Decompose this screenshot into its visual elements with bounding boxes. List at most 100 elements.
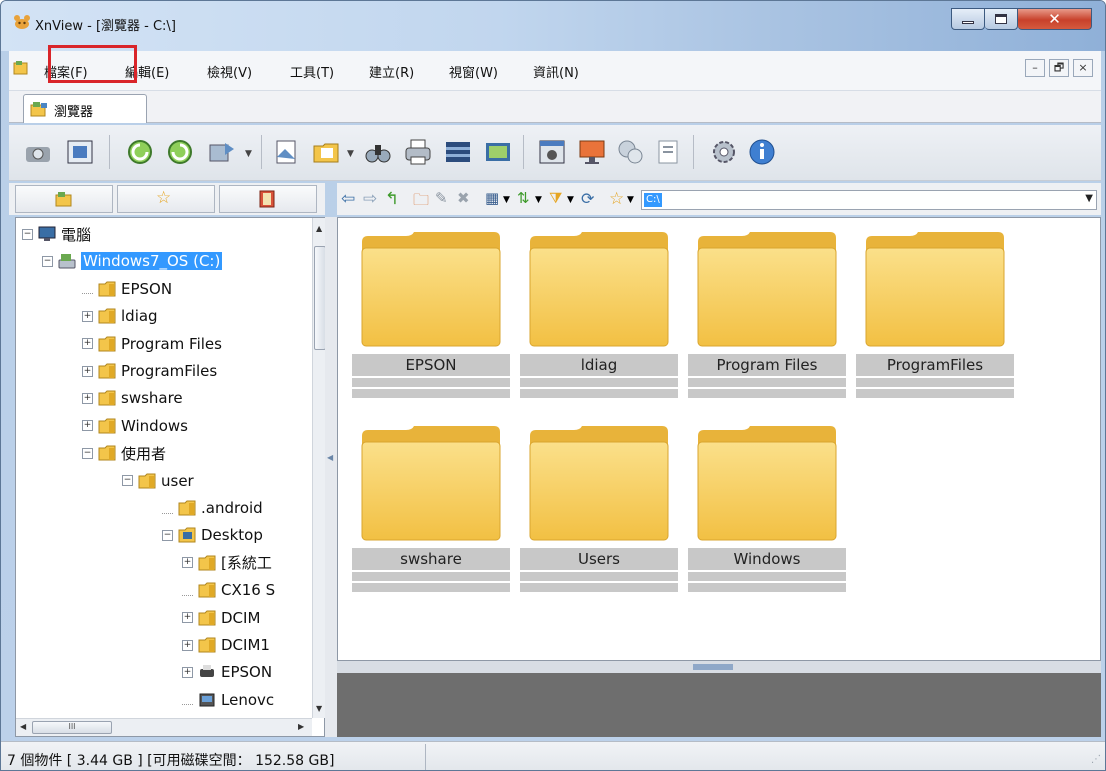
open-folder-dropdown-icon[interactable]: ▼ (347, 149, 354, 159)
menu-view[interactable]: 檢視(V) (205, 60, 254, 83)
slideshow-icon[interactable] (483, 137, 513, 167)
convert-icon[interactable] (207, 137, 237, 167)
panel-splitter[interactable]: ◀ (325, 217, 337, 737)
expand-icon[interactable]: + (182, 557, 193, 569)
file-thumbnail[interactable]: ProgramFiles (856, 228, 1014, 400)
desktop-icon[interactable] (577, 137, 607, 167)
expand-icon[interactable]: + (82, 420, 93, 432)
path-combobox[interactable]: C:\ ▼ (641, 190, 1097, 210)
preview-divider-grip[interactable] (693, 664, 733, 670)
file-thumbnail[interactable]: Windows (688, 422, 846, 594)
tree-item[interactable]: Lenovc (182, 688, 274, 712)
rotate-left-icon[interactable] (125, 137, 155, 167)
scan-icon[interactable] (23, 137, 53, 167)
tree-item[interactable]: − 使用者 (82, 441, 166, 465)
forward-icon[interactable]: ⇨ (363, 189, 383, 209)
splitter-collapse-icon[interactable]: ◀ (327, 453, 333, 462)
rotate-right-icon[interactable] (165, 137, 195, 167)
tree-item[interactable]: + EPSON (182, 660, 272, 684)
tree-item[interactable]: .android (162, 496, 263, 520)
print-icon[interactable] (403, 137, 433, 167)
sort-icon[interactable]: ⇅ (517, 189, 537, 209)
new-folder-icon[interactable]: 🗀 (413, 189, 433, 209)
scroll-up-icon[interactable]: ▲ (316, 224, 322, 233)
tree-item[interactable]: + [系統工 (182, 551, 272, 575)
tree-item[interactable]: − Windows7_OS (C:) (42, 249, 223, 273)
fullscreen-icon[interactable] (65, 137, 95, 167)
tree-item[interactable]: + Program Files (82, 332, 222, 356)
menu-window[interactable]: 視窗(W) (447, 60, 500, 83)
network-icon[interactable] (615, 137, 645, 167)
resize-grip-icon[interactable]: ⋰ (1091, 754, 1101, 765)
chevron-down-icon[interactable]: ▼ (1085, 193, 1093, 204)
scroll-down-icon[interactable]: ▼ (316, 704, 322, 713)
expand-icon[interactable]: + (182, 612, 193, 624)
file-thumbnail[interactable]: EPSON (352, 228, 510, 400)
expand-icon[interactable]: + (82, 365, 93, 377)
find-icon[interactable] (363, 137, 393, 167)
menu-tools[interactable]: 工具(T) (288, 60, 336, 83)
tree-item[interactable]: + swshare (82, 386, 183, 410)
delete-icon[interactable]: ✖ (457, 189, 477, 209)
collapse-icon[interactable]: − (162, 529, 173, 541)
scroll-left-icon[interactable]: ◀ (20, 722, 26, 731)
view-mode-icon[interactable]: ▦ (485, 189, 505, 209)
preview-divider[interactable] (337, 661, 1101, 673)
tab-categories[interactable] (219, 185, 317, 213)
menu-create[interactable]: 建立(R) (367, 60, 416, 83)
tree-item[interactable]: + DCIM (182, 606, 260, 630)
capture-icon[interactable] (537, 137, 567, 167)
refresh-icon[interactable]: ⟳ (581, 189, 601, 209)
close-button[interactable]: ✕ (1018, 8, 1092, 30)
expand-icon[interactable]: + (82, 310, 93, 322)
tab-folders[interactable] (15, 185, 113, 213)
tree-horizontal-scrollbar[interactable]: ◀ III ▶ (16, 718, 312, 736)
tree-item[interactable]: CX16 S (182, 578, 275, 602)
tree-item[interactable]: EPSON (82, 277, 172, 301)
convert-dropdown-icon[interactable]: ▼ (245, 149, 252, 159)
filter-icon[interactable]: ⧩ (549, 189, 569, 209)
tree-item[interactable]: + Windows (82, 414, 188, 438)
collapse-icon[interactable]: − (22, 228, 33, 240)
menu-info[interactable]: 資訊(N) (531, 60, 581, 83)
tree-item[interactable]: − user (122, 469, 194, 493)
tree-item[interactable]: + ldiag (82, 304, 158, 328)
expand-icon[interactable]: + (82, 392, 93, 404)
file-thumbnail[interactable]: swshare (352, 422, 510, 594)
tree-vertical-scrollbar[interactable]: ▲ ▼ (312, 218, 326, 718)
info-icon[interactable] (747, 137, 777, 167)
maximize-button[interactable] (985, 8, 1018, 30)
rename-icon[interactable]: ✎ (435, 189, 455, 209)
scroll-right-icon[interactable]: ▶ (298, 722, 304, 731)
up-icon[interactable]: ↰ (385, 189, 405, 209)
file-thumbnail[interactable]: Users (520, 422, 678, 594)
tree-item[interactable]: + ProgramFiles (82, 359, 217, 383)
minimize-button[interactable] (951, 8, 985, 30)
expand-icon[interactable]: + (182, 639, 193, 651)
browser-doc-icon[interactable] (13, 60, 29, 76)
batch-icon[interactable] (443, 137, 473, 167)
mdi-minimize-button[interactable]: – (1025, 59, 1045, 77)
expand-icon[interactable]: + (182, 666, 193, 678)
back-icon[interactable]: ⇦ (341, 189, 361, 209)
open-icon[interactable] (271, 137, 301, 167)
expand-icon[interactable]: + (82, 338, 93, 350)
settings-icon[interactable] (709, 137, 739, 167)
collapse-icon[interactable]: − (122, 475, 133, 487)
title-bar[interactable]: XnView - [瀏覽器 - C:\] ✕ (1, 1, 1105, 51)
tree-item[interactable]: + DCIM1 (182, 633, 270, 657)
properties-icon[interactable] (653, 137, 683, 167)
file-thumbnail[interactable]: Program Files (688, 228, 846, 400)
favorite-icon[interactable]: ☆ (609, 189, 629, 209)
tree-item[interactable]: − 電腦 (22, 222, 91, 246)
tree-horizontal-thumb[interactable]: III (32, 721, 112, 734)
collapse-icon[interactable]: − (42, 255, 53, 267)
collapse-icon[interactable]: − (82, 447, 93, 459)
file-thumbnail[interactable]: ldiag (520, 228, 678, 400)
tab-browser[interactable]: 瀏覽器 (23, 94, 147, 123)
open-folder-icon[interactable] (311, 137, 341, 167)
mdi-close-button[interactable]: × (1073, 59, 1093, 77)
tab-favorites[interactable]: ☆ (117, 185, 215, 213)
mdi-restore-button[interactable]: 🗗 (1049, 59, 1069, 77)
tree-item[interactable]: − Desktop (162, 523, 263, 547)
